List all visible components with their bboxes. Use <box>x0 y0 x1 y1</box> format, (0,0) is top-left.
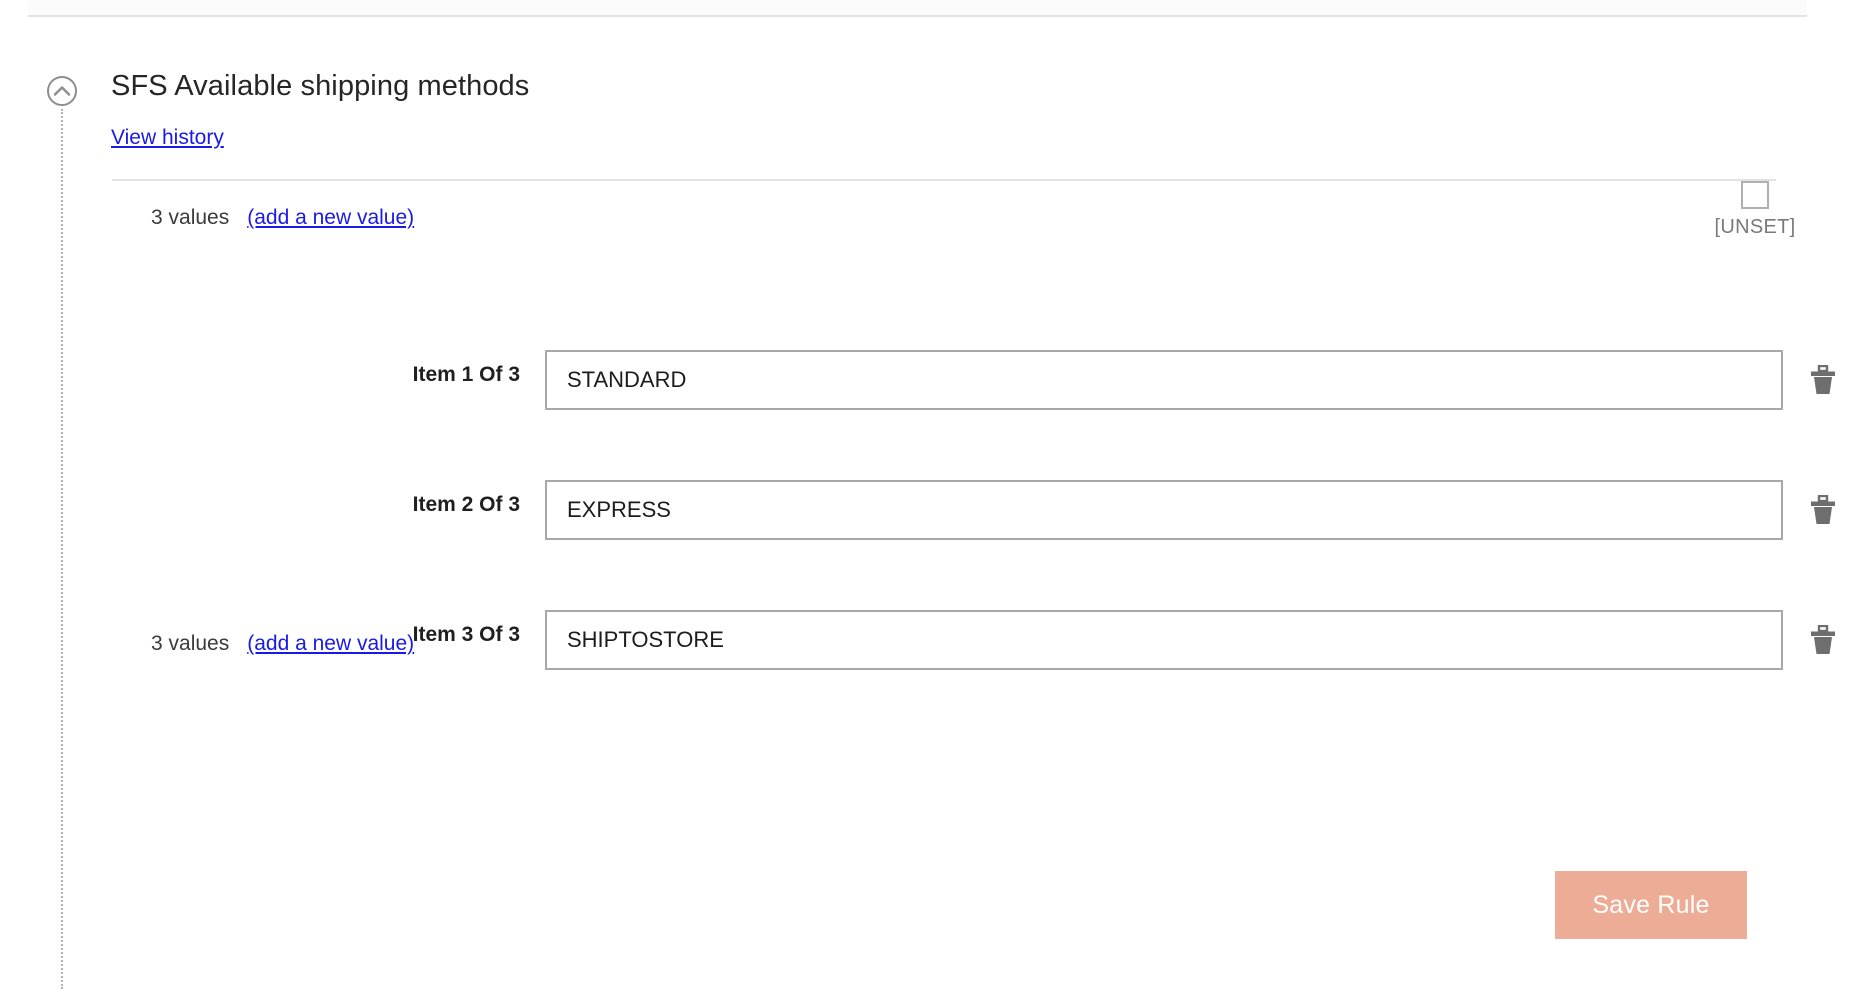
item-label-2: Item 2 Of 3 <box>412 493 520 516</box>
header-divider <box>112 179 1776 181</box>
values-summary-top: 3 values (add a new value) <box>151 206 414 230</box>
collapse-section-toggle[interactable] <box>47 76 77 106</box>
value-row-2: Item 2 Of 3 <box>0 480 1876 542</box>
values-summary-bottom: 3 values (add a new value) <box>151 632 414 656</box>
trash-icon <box>1811 625 1835 654</box>
item-value-input-2[interactable] <box>545 480 1783 540</box>
unset-label: [UNSET] <box>1714 216 1796 238</box>
add-new-value-link-bottom[interactable]: (add a new value) <box>247 632 414 656</box>
item-value-input-3[interactable] <box>545 610 1783 670</box>
values-count-label-top: 3 values <box>151 206 230 229</box>
delete-item-button-3[interactable] <box>1805 622 1841 660</box>
value-row-1: Item 1 Of 3 <box>0 350 1876 412</box>
chevron-up-icon <box>53 86 71 96</box>
section-guide-line <box>61 109 63 989</box>
save-rule-button[interactable]: Save Rule <box>1555 871 1747 939</box>
trash-icon <box>1811 495 1835 524</box>
view-history-link[interactable]: View history <box>111 126 224 150</box>
trash-icon <box>1811 365 1835 394</box>
add-new-value-link-top[interactable]: (add a new value) <box>247 206 414 230</box>
delete-item-button-1[interactable] <box>1805 362 1841 400</box>
delete-item-button-2[interactable] <box>1805 492 1841 530</box>
top-strip-divider <box>28 0 1807 17</box>
unset-checkbox[interactable] <box>1741 181 1769 209</box>
page-title: SFS Available shipping methods <box>111 70 530 102</box>
item-label-1: Item 1 Of 3 <box>412 363 520 386</box>
unset-control: [UNSET] <box>1700 181 1810 239</box>
values-count-label-bottom: 3 values <box>151 632 230 655</box>
shipping-methods-panel: SFS Available shipping methods View hist… <box>0 19 1876 994</box>
item-value-input-1[interactable] <box>545 350 1783 410</box>
